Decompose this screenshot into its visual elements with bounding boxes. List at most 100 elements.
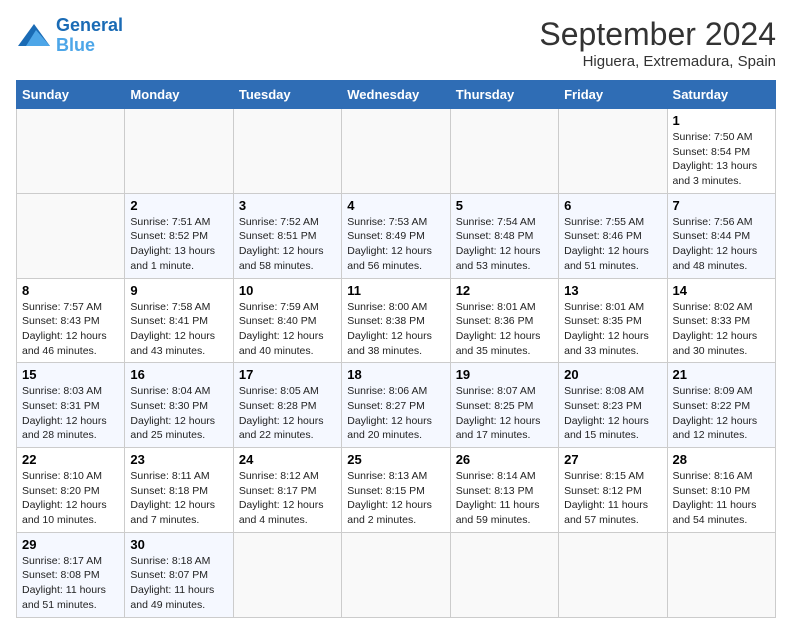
day-detail: Sunrise: 7:51 AM Sunset: 8:52 PM Dayligh… [130, 215, 227, 274]
calendar-cell: 23 Sunrise: 8:11 AM Sunset: 8:18 PM Dayl… [125, 448, 233, 533]
calendar-cell [450, 109, 558, 194]
calendar-cell: 9 Sunrise: 7:58 AM Sunset: 8:41 PM Dayli… [125, 278, 233, 363]
week-row-6: 29 Sunrise: 8:17 AM Sunset: 8:08 PM Dayl… [17, 532, 776, 617]
calendar-cell [450, 532, 558, 617]
day-detail: Sunrise: 8:18 AM Sunset: 8:07 PM Dayligh… [130, 554, 227, 613]
day-number: 26 [456, 452, 553, 467]
calendar-cell [559, 532, 667, 617]
day-number: 11 [347, 283, 444, 298]
day-number: 13 [564, 283, 661, 298]
week-row-4: 15 Sunrise: 8:03 AM Sunset: 8:31 PM Dayl… [17, 363, 776, 448]
day-number: 5 [456, 198, 553, 213]
day-detail: Sunrise: 8:11 AM Sunset: 8:18 PM Dayligh… [130, 469, 227, 528]
calendar-cell: 11 Sunrise: 8:00 AM Sunset: 8:38 PM Dayl… [342, 278, 450, 363]
day-number: 20 [564, 367, 661, 382]
calendar-cell: 16 Sunrise: 8:04 AM Sunset: 8:30 PM Dayl… [125, 363, 233, 448]
day-number: 24 [239, 452, 336, 467]
weekday-wednesday: Wednesday [342, 81, 450, 109]
day-detail: Sunrise: 8:05 AM Sunset: 8:28 PM Dayligh… [239, 384, 336, 443]
day-number: 10 [239, 283, 336, 298]
calendar-cell: 15 Sunrise: 8:03 AM Sunset: 8:31 PM Dayl… [17, 363, 125, 448]
calendar-cell: 30 Sunrise: 8:18 AM Sunset: 8:07 PM Dayl… [125, 532, 233, 617]
day-number: 12 [456, 283, 553, 298]
day-detail: Sunrise: 7:56 AM Sunset: 8:44 PM Dayligh… [673, 215, 770, 274]
day-detail: Sunrise: 8:10 AM Sunset: 8:20 PM Dayligh… [22, 469, 119, 528]
day-detail: Sunrise: 8:08 AM Sunset: 8:23 PM Dayligh… [564, 384, 661, 443]
day-detail: Sunrise: 8:14 AM Sunset: 8:13 PM Dayligh… [456, 469, 553, 528]
day-detail: Sunrise: 7:54 AM Sunset: 8:48 PM Dayligh… [456, 215, 553, 274]
day-detail: Sunrise: 7:55 AM Sunset: 8:46 PM Dayligh… [564, 215, 661, 274]
calendar-cell: 27 Sunrise: 8:15 AM Sunset: 8:12 PM Dayl… [559, 448, 667, 533]
calendar-cell: 18 Sunrise: 8:06 AM Sunset: 8:27 PM Dayl… [342, 363, 450, 448]
day-number: 14 [673, 283, 770, 298]
day-detail: Sunrise: 8:01 AM Sunset: 8:35 PM Dayligh… [564, 300, 661, 359]
weekday-saturday: Saturday [667, 81, 775, 109]
day-detail: Sunrise: 7:50 AM Sunset: 8:54 PM Dayligh… [673, 130, 770, 189]
day-detail: Sunrise: 8:02 AM Sunset: 8:33 PM Dayligh… [673, 300, 770, 359]
day-number: 19 [456, 367, 553, 382]
day-number: 6 [564, 198, 661, 213]
day-number: 3 [239, 198, 336, 213]
day-number: 7 [673, 198, 770, 213]
calendar-cell: 22 Sunrise: 8:10 AM Sunset: 8:20 PM Dayl… [17, 448, 125, 533]
calendar-cell [17, 193, 125, 278]
day-detail: Sunrise: 8:15 AM Sunset: 8:12 PM Dayligh… [564, 469, 661, 528]
day-detail: Sunrise: 8:13 AM Sunset: 8:15 PM Dayligh… [347, 469, 444, 528]
day-detail: Sunrise: 7:58 AM Sunset: 8:41 PM Dayligh… [130, 300, 227, 359]
day-number: 21 [673, 367, 770, 382]
day-number: 25 [347, 452, 444, 467]
logo: General Blue [16, 16, 123, 56]
week-row-3: 8 Sunrise: 7:57 AM Sunset: 8:43 PM Dayli… [17, 278, 776, 363]
day-number: 15 [22, 367, 119, 382]
calendar-cell: 3 Sunrise: 7:52 AM Sunset: 8:51 PM Dayli… [233, 193, 341, 278]
day-detail: Sunrise: 8:04 AM Sunset: 8:30 PM Dayligh… [130, 384, 227, 443]
calendar-cell: 28 Sunrise: 8:16 AM Sunset: 8:10 PM Dayl… [667, 448, 775, 533]
day-number: 4 [347, 198, 444, 213]
calendar-cell: 13 Sunrise: 8:01 AM Sunset: 8:35 PM Dayl… [559, 278, 667, 363]
day-number: 2 [130, 198, 227, 213]
day-detail: Sunrise: 8:17 AM Sunset: 8:08 PM Dayligh… [22, 554, 119, 613]
calendar-cell: 12 Sunrise: 8:01 AM Sunset: 8:36 PM Dayl… [450, 278, 558, 363]
calendar-cell: 26 Sunrise: 8:14 AM Sunset: 8:13 PM Dayl… [450, 448, 558, 533]
day-number: 22 [22, 452, 119, 467]
day-number: 18 [347, 367, 444, 382]
day-number: 1 [673, 113, 770, 128]
day-detail: Sunrise: 8:00 AM Sunset: 8:38 PM Dayligh… [347, 300, 444, 359]
day-detail: Sunrise: 8:09 AM Sunset: 8:22 PM Dayligh… [673, 384, 770, 443]
day-detail: Sunrise: 8:03 AM Sunset: 8:31 PM Dayligh… [22, 384, 119, 443]
calendar-cell: 7 Sunrise: 7:56 AM Sunset: 8:44 PM Dayli… [667, 193, 775, 278]
day-number: 16 [130, 367, 227, 382]
day-detail: Sunrise: 7:52 AM Sunset: 8:51 PM Dayligh… [239, 215, 336, 274]
weekday-sunday: Sunday [17, 81, 125, 109]
calendar-cell: 21 Sunrise: 8:09 AM Sunset: 8:22 PM Dayl… [667, 363, 775, 448]
calendar-cell: 25 Sunrise: 8:13 AM Sunset: 8:15 PM Dayl… [342, 448, 450, 533]
day-detail: Sunrise: 7:59 AM Sunset: 8:40 PM Dayligh… [239, 300, 336, 359]
logo-icon [16, 22, 52, 50]
day-detail: Sunrise: 7:57 AM Sunset: 8:43 PM Dayligh… [22, 300, 119, 359]
calendar-cell: 20 Sunrise: 8:08 AM Sunset: 8:23 PM Dayl… [559, 363, 667, 448]
calendar-body: 1 Sunrise: 7:50 AM Sunset: 8:54 PM Dayli… [17, 109, 776, 618]
calendar-cell: 2 Sunrise: 7:51 AM Sunset: 8:52 PM Dayli… [125, 193, 233, 278]
title-block: September 2024 Higuera, Extremadura, Spa… [539, 16, 776, 70]
calendar-cell: 24 Sunrise: 8:12 AM Sunset: 8:17 PM Dayl… [233, 448, 341, 533]
calendar-cell: 19 Sunrise: 8:07 AM Sunset: 8:25 PM Dayl… [450, 363, 558, 448]
day-detail: Sunrise: 8:06 AM Sunset: 8:27 PM Dayligh… [347, 384, 444, 443]
calendar-cell [342, 532, 450, 617]
day-number: 27 [564, 452, 661, 467]
calendar-cell [559, 109, 667, 194]
day-detail: Sunrise: 8:12 AM Sunset: 8:17 PM Dayligh… [239, 469, 336, 528]
day-number: 9 [130, 283, 227, 298]
day-detail: Sunrise: 8:07 AM Sunset: 8:25 PM Dayligh… [456, 384, 553, 443]
calendar-cell: 17 Sunrise: 8:05 AM Sunset: 8:28 PM Dayl… [233, 363, 341, 448]
day-detail: Sunrise: 8:01 AM Sunset: 8:36 PM Dayligh… [456, 300, 553, 359]
day-number: 28 [673, 452, 770, 467]
month-title: September 2024 [539, 16, 776, 53]
weekday-tuesday: Tuesday [233, 81, 341, 109]
day-number: 23 [130, 452, 227, 467]
week-row-5: 22 Sunrise: 8:10 AM Sunset: 8:20 PM Dayl… [17, 448, 776, 533]
calendar-cell [233, 532, 341, 617]
calendar-cell [342, 109, 450, 194]
calendar-table: SundayMondayTuesdayWednesdayThursdayFrid… [16, 80, 776, 618]
day-detail: Sunrise: 8:16 AM Sunset: 8:10 PM Dayligh… [673, 469, 770, 528]
calendar-cell [17, 109, 125, 194]
